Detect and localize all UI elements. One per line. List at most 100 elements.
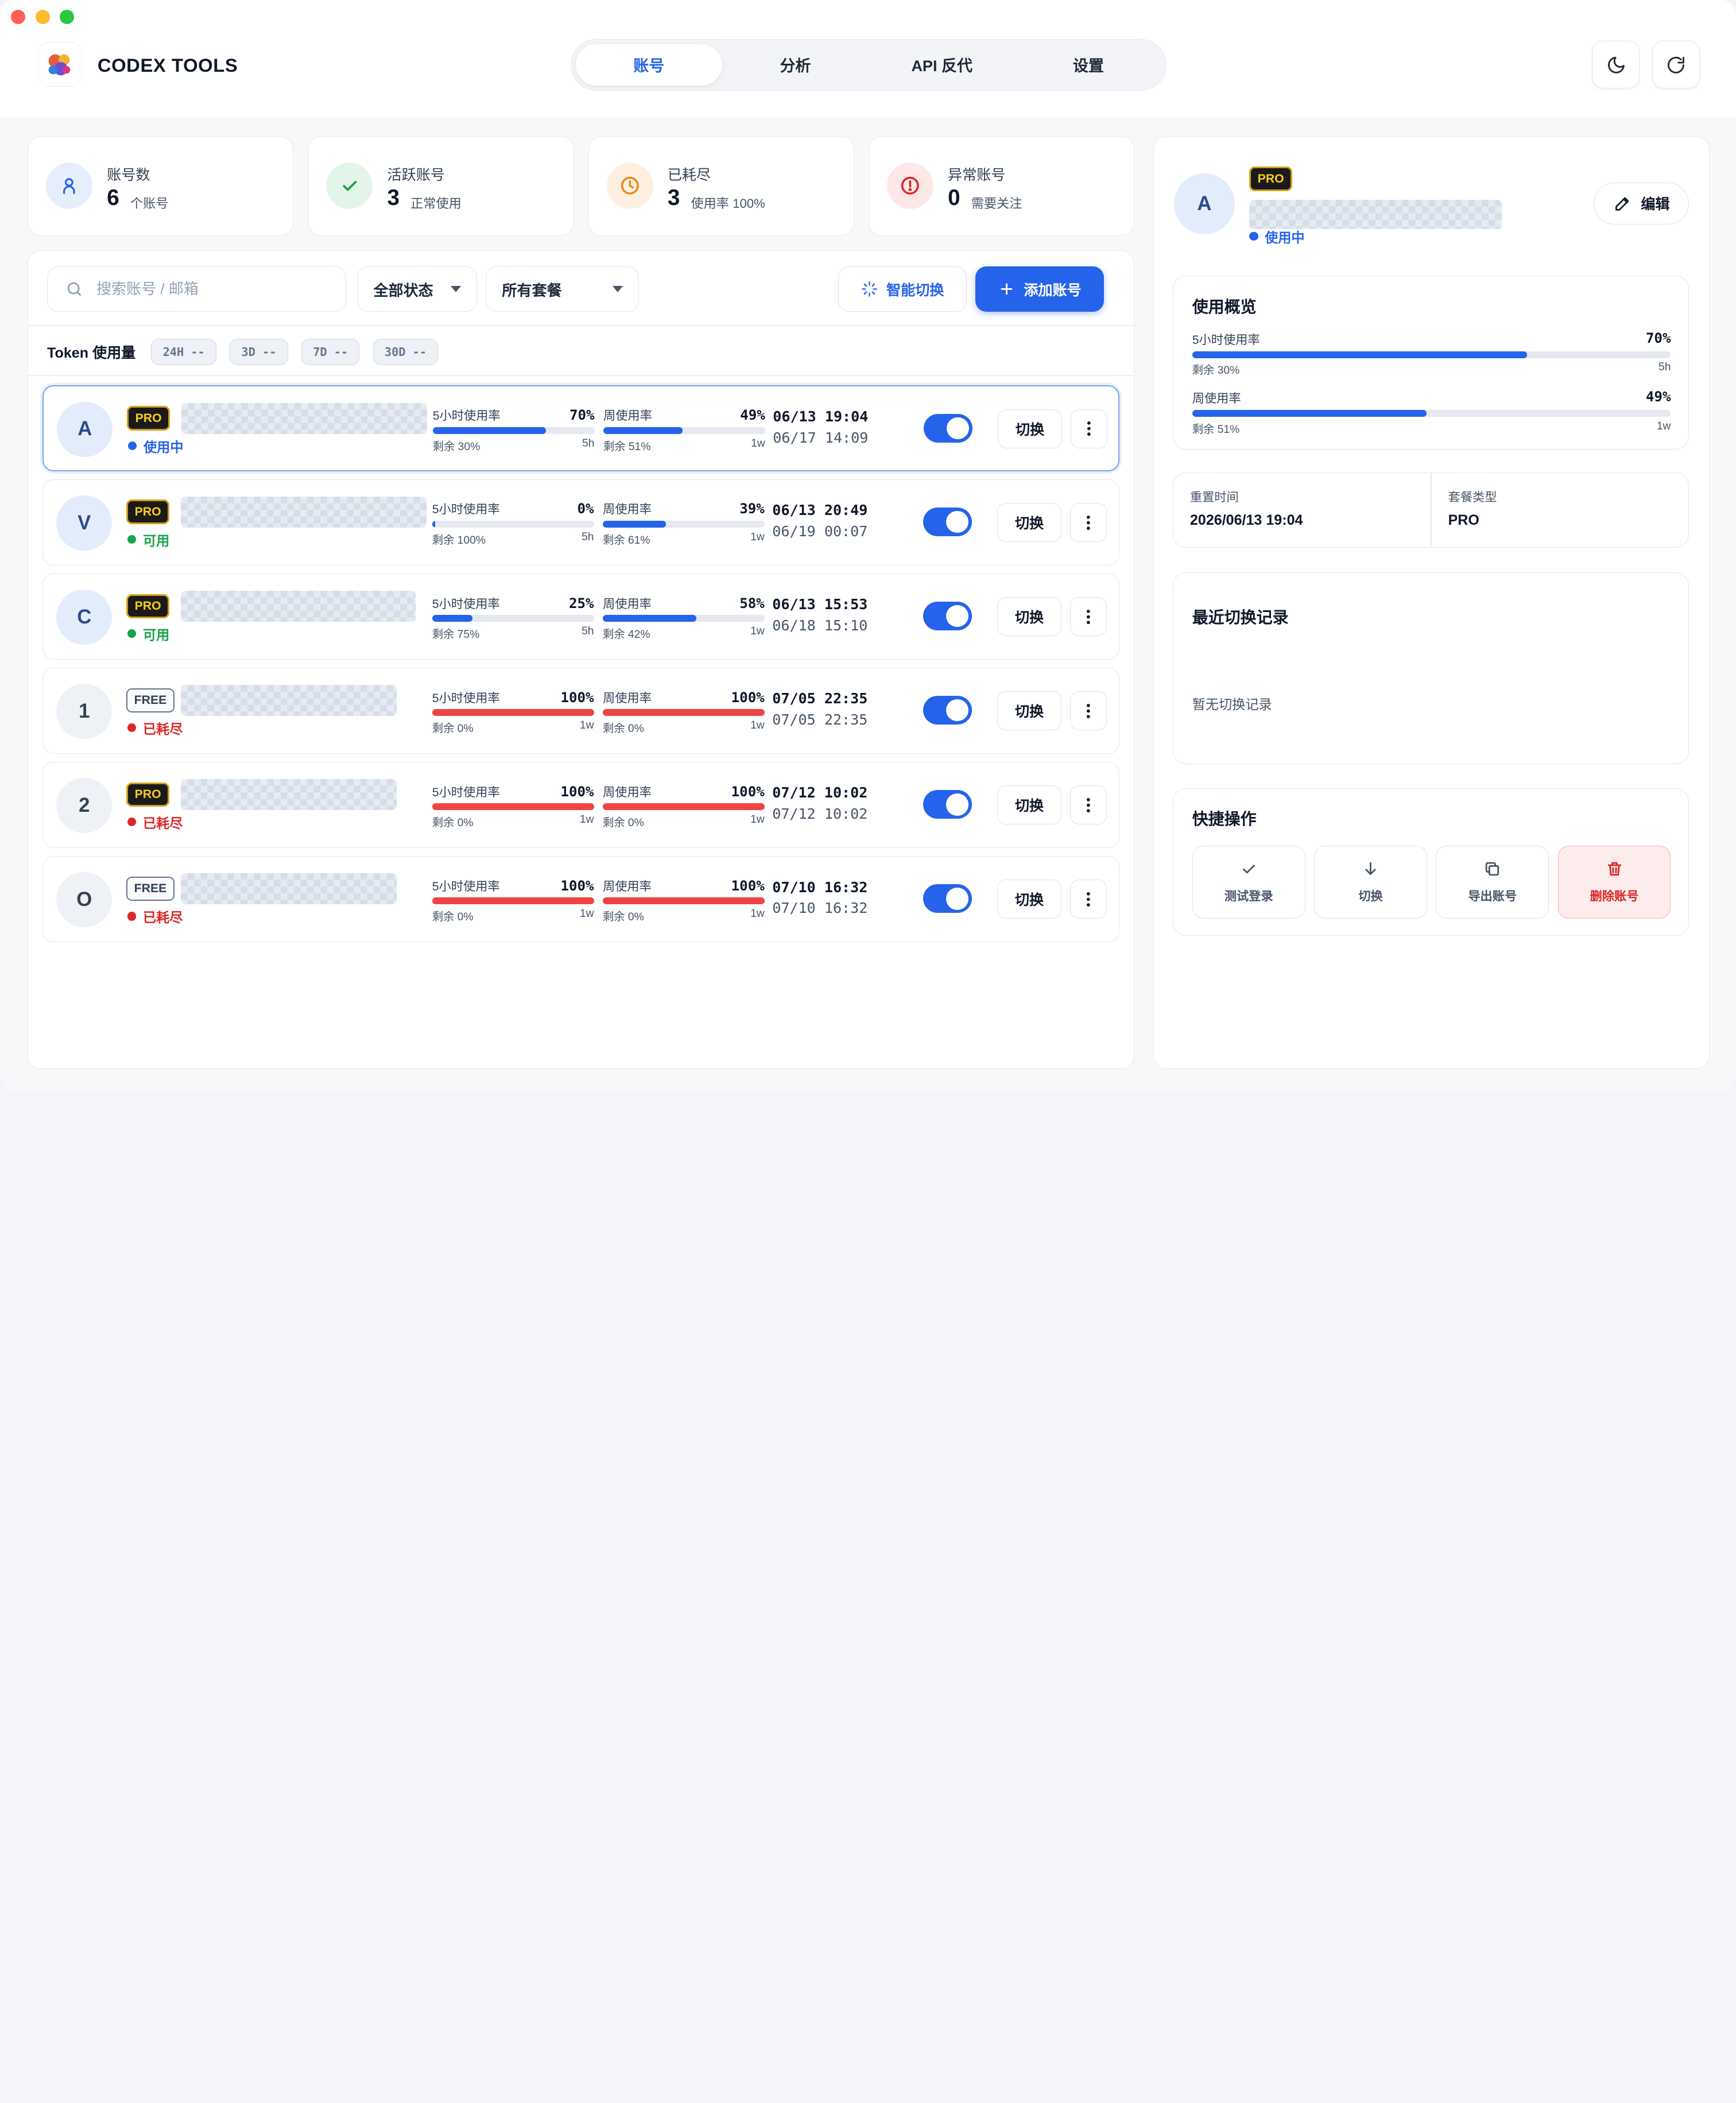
tab-settings[interactable]: 设置 bbox=[1015, 44, 1161, 85]
more-options-button[interactable] bbox=[1071, 409, 1108, 448]
enable-toggle[interactable] bbox=[923, 696, 972, 725]
zoom-window-button[interactable] bbox=[60, 10, 75, 25]
clock-icon bbox=[606, 162, 653, 209]
more-vertical-icon bbox=[1087, 892, 1091, 907]
reset-plan-card: 重置时间 2026/06/13 19:04 套餐类型 PRO bbox=[1172, 473, 1690, 548]
avatar: A bbox=[1173, 173, 1235, 235]
token-chip-24h[interactable]: 24H -- bbox=[151, 338, 217, 365]
status-label: 已耗尽 bbox=[127, 812, 183, 832]
smart-switch-label: 智能切换 bbox=[886, 282, 944, 299]
token-chip-30d[interactable]: 30D -- bbox=[373, 338, 439, 365]
email-redacted bbox=[180, 590, 416, 622]
switch-button[interactable]: 切换 bbox=[997, 597, 1061, 636]
switch-action-button[interactable]: 切换 bbox=[1314, 845, 1427, 919]
stat-label: 账号数 bbox=[107, 166, 150, 183]
switch-button[interactable]: 切换 bbox=[997, 880, 1061, 919]
plan-filter-select[interactable]: 所有套餐 bbox=[486, 266, 639, 312]
account-row[interactable]: O FREE 已耗尽 5小时使用率 100% 剩余 0% 1w 周使用率 100% 剩… bbox=[42, 855, 1120, 943]
five-hour-usage: 5小时使用率 70% 剩余 30% 5h bbox=[432, 406, 595, 453]
export-account-button[interactable]: 导出账号 bbox=[1436, 845, 1549, 919]
copy-icon bbox=[1486, 862, 1499, 876]
plan-badge: PRO bbox=[1249, 166, 1293, 191]
enable-toggle[interactable] bbox=[923, 884, 972, 913]
plan-badge: PRO bbox=[126, 594, 170, 618]
more-options-button[interactable] bbox=[1070, 880, 1107, 919]
weekly-reset-time: 07/10 16:32 bbox=[772, 900, 868, 917]
enable-toggle[interactable] bbox=[923, 413, 972, 443]
account-row[interactable]: 2 PRO 已耗尽 5小时使用率 100% 剩余 0% 1w 周使用率 100% 剩余… bbox=[42, 761, 1120, 849]
enable-toggle[interactable] bbox=[923, 508, 972, 537]
account-row[interactable]: V PRO 可用 5小时使用率 0% 剩余 100% 5h 周使用率 39% 剩余 6… bbox=[42, 479, 1120, 566]
account-row[interactable]: C PRO 可用 5小时使用率 25% 剩余 75% 5h 周使用率 58% 剩余 4… bbox=[42, 573, 1120, 660]
plan-type-label: 套餐类型 bbox=[1448, 491, 1497, 505]
weekly-usage: 周使用率 39% 剩余 61% 1w bbox=[602, 499, 765, 547]
arrow-down-icon bbox=[1365, 862, 1376, 875]
usage-bar-fill bbox=[432, 897, 594, 905]
usage-percent: 49% bbox=[740, 407, 765, 424]
switch-button[interactable]: 切换 bbox=[997, 691, 1061, 730]
delete-account-button[interactable]: 删除账号 bbox=[1557, 845, 1671, 919]
usage-window: 1w bbox=[1656, 420, 1671, 432]
status-text: 使用中 bbox=[1265, 230, 1305, 245]
usage-percent: 100% bbox=[560, 877, 594, 894]
stat-label: 异常账号 bbox=[948, 166, 1006, 183]
enable-toggle[interactable] bbox=[923, 790, 972, 819]
usage-percent: 70% bbox=[569, 407, 595, 424]
enable-toggle[interactable] bbox=[923, 602, 972, 631]
usage-percent: 0% bbox=[577, 501, 594, 517]
avatar: 1 bbox=[56, 683, 112, 739]
close-window-button[interactable] bbox=[11, 10, 26, 25]
card-title: 快捷操作 bbox=[1192, 810, 1257, 828]
email-redacted bbox=[1249, 200, 1502, 229]
edit-button[interactable]: 编辑 bbox=[1594, 182, 1690, 224]
usage-bar-fill bbox=[432, 521, 436, 528]
card-title: 使用概览 bbox=[1192, 298, 1257, 316]
refresh-button[interactable] bbox=[1652, 41, 1700, 89]
usage-remaining: 剩余 0% bbox=[602, 722, 644, 735]
tab-accounts[interactable]: 账号 bbox=[575, 44, 722, 86]
usage-bar bbox=[602, 615, 765, 622]
more-options-button[interactable] bbox=[1070, 691, 1107, 730]
divider bbox=[28, 375, 1136, 377]
switch-button[interactable]: 切换 bbox=[997, 785, 1061, 824]
smart-switch-button[interactable]: 智能切换 bbox=[838, 266, 967, 312]
status-label: 使用中 bbox=[1249, 227, 1305, 246]
minimize-window-button[interactable] bbox=[35, 10, 50, 25]
search-input[interactable] bbox=[96, 280, 318, 299]
usage-window: 5h bbox=[582, 437, 595, 450]
status-dot bbox=[127, 912, 137, 921]
reset-times: 06/13 20:49 06/19 00:07 bbox=[772, 502, 867, 540]
usage-remaining: 剩余 0% bbox=[602, 816, 644, 829]
usage-label: 周使用率 bbox=[602, 880, 652, 893]
tab-analytics[interactable]: 分析 bbox=[722, 44, 869, 85]
usage-window: 1w bbox=[750, 719, 765, 731]
usage-bar-fill bbox=[1192, 410, 1427, 417]
switch-button[interactable]: 切换 bbox=[997, 503, 1061, 542]
more-options-button[interactable] bbox=[1070, 785, 1107, 824]
stat-label: 已耗尽 bbox=[667, 166, 711, 183]
five-hour-reset-time: 07/12 10:02 bbox=[772, 784, 868, 801]
theme-toggle-button[interactable] bbox=[1592, 41, 1640, 89]
more-options-button[interactable] bbox=[1070, 597, 1107, 636]
more-options-button[interactable] bbox=[1070, 503, 1107, 542]
token-chip-3d[interactable]: 3D -- bbox=[230, 338, 288, 365]
status-filter-select[interactable]: 全部状态 bbox=[357, 266, 477, 312]
status-dot bbox=[127, 818, 137, 827]
token-chip-7d[interactable]: 7D -- bbox=[301, 338, 360, 365]
usage-label: 5小时使用率 bbox=[432, 880, 500, 893]
search-icon bbox=[67, 282, 82, 296]
add-account-button[interactable]: 添加账号 bbox=[975, 266, 1105, 312]
usage-bar bbox=[603, 427, 765, 434]
status-label: 已耗尽 bbox=[127, 718, 183, 738]
search-box[interactable] bbox=[47, 266, 347, 312]
divider bbox=[28, 325, 1136, 327]
tab-api-proxy[interactable]: API 反代 bbox=[869, 44, 1015, 85]
usage-percent: 49% bbox=[1645, 389, 1671, 405]
test-login-button[interactable]: 测试登录 bbox=[1192, 845, 1305, 919]
account-row[interactable]: 1 FREE 已耗尽 5小时使用率 100% 剩余 0% 1w 周使用率 100% 剩… bbox=[42, 667, 1120, 754]
usage-bar bbox=[432, 615, 594, 622]
switch-button[interactable]: 切换 bbox=[998, 409, 1062, 448]
stat-unit: 需要关注 bbox=[971, 196, 1022, 211]
account-row[interactable]: A PRO 使用中 5小时使用率 70% 剩余 30% 5h 周使用率 49% 剩余 … bbox=[42, 385, 1120, 472]
plus-icon bbox=[1001, 283, 1013, 295]
